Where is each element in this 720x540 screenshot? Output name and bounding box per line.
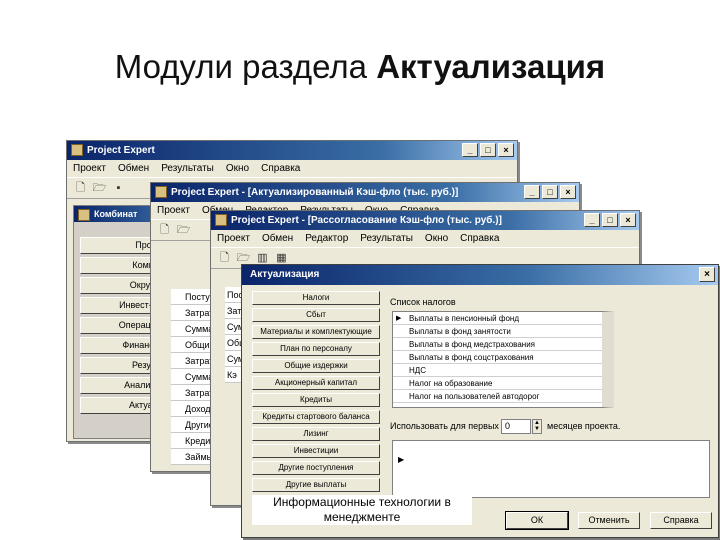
list-item[interactable]: Выплаты в фонд соцстрахования bbox=[393, 351, 602, 364]
slide-caption: Информационные технологии в менеджменте bbox=[252, 495, 472, 525]
slide-title-prefix: Модули раздела bbox=[114, 48, 377, 85]
months-label: месяцев проекта. bbox=[547, 421, 621, 431]
window-controls: _ □ × bbox=[524, 185, 576, 199]
menu-bar: Проект Обмен Результаты Окно Справка bbox=[67, 160, 517, 177]
menu-bar: Проект Обмен Редактор Результаты Окно Сп… bbox=[211, 230, 639, 247]
window-controls: _ □ × bbox=[462, 143, 514, 157]
app-icon bbox=[155, 186, 167, 198]
minimize-icon[interactable]: _ bbox=[524, 185, 540, 199]
row-marker-icon: ▶ bbox=[398, 455, 405, 464]
minimize-icon[interactable]: _ bbox=[462, 143, 478, 157]
menu-help[interactable]: Справка bbox=[460, 233, 499, 244]
new-file-icon[interactable]: 🗋 bbox=[157, 223, 172, 238]
open-folder-icon[interactable]: 🗁 bbox=[176, 223, 191, 238]
menu-exchange[interactable]: Обмен bbox=[118, 163, 149, 174]
window-titlebar: Project Expert - [Актуализированный Кэш-… bbox=[151, 183, 579, 202]
app-icon bbox=[215, 214, 227, 226]
module-staff-plan-button[interactable]: План по персоналу bbox=[252, 342, 380, 356]
window-titlebar: Project Expert _ □ × bbox=[67, 141, 517, 160]
close-icon[interactable]: × bbox=[699, 267, 715, 282]
window-controls: _ □ × bbox=[584, 213, 636, 227]
tax-list[interactable]: Выплаты в пенсионный фонд Выплаты в фонд… bbox=[392, 311, 614, 408]
menu-results[interactable]: Результаты bbox=[360, 233, 413, 244]
window-titlebar: Project Expert - [Рассогласование Кэш-фл… bbox=[211, 211, 639, 230]
new-file-icon[interactable]: 🗋 bbox=[73, 181, 88, 196]
maximize-icon[interactable]: □ bbox=[480, 143, 496, 157]
menu-project[interactable]: Проект bbox=[73, 163, 106, 174]
open-folder-icon[interactable]: 🗁 bbox=[92, 181, 107, 196]
module-credits-button[interactable]: Кредиты bbox=[252, 393, 380, 407]
module-buttons: Налоги Сбыт Материалы и комплектующие Пл… bbox=[252, 291, 380, 495]
module-leasing-button[interactable]: Лизинг bbox=[252, 427, 380, 441]
module-overhead-button[interactable]: Общие издержки bbox=[252, 359, 380, 373]
list-item[interactable]: Выплаты в фонд медстрахования bbox=[393, 338, 602, 351]
slide-title-bold: Актуализация bbox=[376, 48, 606, 85]
menu-project[interactable]: Проект bbox=[217, 233, 250, 244]
menu-window[interactable]: Окно bbox=[425, 233, 448, 244]
months-input[interactable]: 0 bbox=[501, 419, 531, 434]
app-icon bbox=[71, 144, 83, 156]
window-title: Project Expert bbox=[87, 145, 155, 156]
list-item[interactable]: Выплаты в фонд занятости bbox=[393, 325, 602, 338]
maximize-icon[interactable]: □ bbox=[602, 213, 618, 227]
cancel-button[interactable]: Отменить bbox=[578, 512, 640, 529]
module-sales-button[interactable]: Сбыт bbox=[252, 308, 380, 322]
save-icon[interactable]: ▪ bbox=[111, 181, 126, 196]
dialog-title: Актуализация bbox=[250, 269, 320, 280]
window-title: Project Expert - [Актуализированный Кэш-… bbox=[171, 187, 459, 198]
detail-grid[interactable]: ▶ bbox=[392, 440, 710, 498]
module-other-payments-button[interactable]: Другие выплаты bbox=[252, 478, 380, 492]
module-materials-button[interactable]: Материалы и комплектующие bbox=[252, 325, 380, 339]
ok-button[interactable]: ОК bbox=[505, 511, 569, 530]
menu-editor[interactable]: Редактор bbox=[305, 233, 348, 244]
list-item[interactable]: НДС bbox=[393, 364, 602, 377]
tax-list-label: Список налогов bbox=[390, 297, 456, 307]
list-item[interactable]: Налог на пользователей автодорог bbox=[393, 390, 602, 403]
new-file-icon[interactable]: 🗋 bbox=[217, 251, 232, 266]
help-button[interactable]: Справка bbox=[650, 512, 712, 529]
menu-window[interactable]: Окно bbox=[226, 163, 249, 174]
module-taxes-button[interactable]: Налоги bbox=[252, 291, 380, 305]
module-investments-button[interactable]: Инвестиции bbox=[252, 444, 380, 458]
window-title: Project Expert - [Рассогласование Кэш-фл… bbox=[231, 215, 502, 226]
close-icon[interactable]: × bbox=[498, 143, 514, 157]
dialog-titlebar: Актуализация × bbox=[242, 265, 718, 285]
menu-exchange[interactable]: Обмен bbox=[262, 233, 293, 244]
close-icon[interactable]: × bbox=[620, 213, 636, 227]
maximize-icon[interactable]: □ bbox=[542, 185, 558, 199]
module-other-income-button[interactable]: Другие поступления bbox=[252, 461, 380, 475]
list-item[interactable]: Налог на образование bbox=[393, 377, 602, 390]
dialog-buttons: ОК Отменить Справка bbox=[505, 511, 712, 530]
minimize-icon[interactable]: _ bbox=[584, 213, 600, 227]
slide-title: Модули раздела Актуализация bbox=[0, 48, 720, 86]
close-icon[interactable]: × bbox=[560, 185, 576, 199]
child-title: Комбинат bbox=[94, 209, 138, 219]
menu-results[interactable]: Результаты bbox=[161, 163, 214, 174]
menu-help[interactable]: Справка bbox=[261, 163, 300, 174]
spin-down-icon[interactable]: ▼ bbox=[533, 426, 541, 432]
module-start-credits-button[interactable]: Кредиты стартового баланса bbox=[252, 410, 380, 424]
use-for-first-label: Использовать для первых bbox=[390, 421, 499, 431]
months-spinner[interactable]: ▲ ▼ bbox=[532, 419, 542, 434]
module-equity-button[interactable]: Акционерный капитал bbox=[252, 376, 380, 390]
child-icon bbox=[78, 209, 90, 221]
list-item[interactable]: Выплаты в пенсионный фонд bbox=[393, 312, 602, 325]
menu-project[interactable]: Проект bbox=[157, 205, 190, 216]
